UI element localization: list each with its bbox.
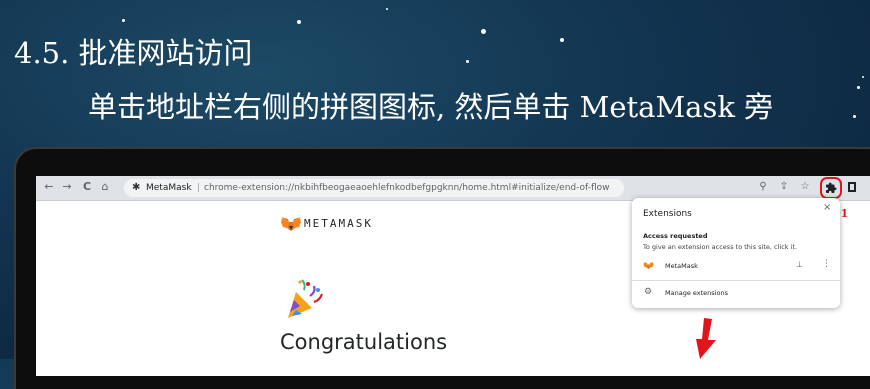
metamask-wordmark: METAMASK [304, 217, 373, 230]
share-icon[interactable]: ⇪ [777, 180, 791, 194]
address-bar[interactable]: ✱ MetaMask | chrome-extension://nkbihfbe… [124, 179, 624, 197]
star-decoration [297, 20, 301, 24]
manage-extensions-link[interactable]: Manage extensions [665, 289, 728, 297]
metamask-fox-icon[interactable] [643, 261, 654, 270]
forward-icon[interactable]: → [60, 180, 74, 194]
congratulations-title: Congratulations [280, 330, 448, 354]
site-name: MetaMask [146, 183, 192, 193]
star-decoration [862, 76, 864, 78]
red-arrow-icon [696, 318, 716, 359]
star-icon[interactable]: ☆ [798, 180, 812, 194]
party-popper-icon [288, 279, 323, 318]
extensions-popup: Extensions × Access requested To give an… [632, 198, 840, 308]
slide-heading: 4.5. 批准网站访问 [14, 36, 253, 70]
side-panel-icon[interactable] [848, 182, 856, 192]
star-decoration [560, 38, 564, 42]
access-requested-label: Access requested [643, 232, 708, 240]
pin-icon[interactable]: ⊥ [796, 260, 803, 269]
star-decoration [386, 8, 388, 10]
home-icon[interactable]: ⌂ [98, 180, 112, 194]
url-text: chrome-extension://nkbihfbeogaeaoehlefnk… [204, 183, 610, 193]
star-decoration [466, 60, 469, 63]
browser-screen: ← → C ⌂ ✱ MetaMask | chrome-extension://… [36, 176, 870, 376]
gear-icon[interactable]: ⚙ [644, 287, 652, 297]
star-decoration [857, 86, 860, 89]
puzzle-icon [826, 182, 837, 193]
omnibox-separator: | [197, 183, 201, 193]
slide-subheading: 单击地址栏右侧的拼图图标, 然后单击 MetaMask 旁 [88, 90, 774, 124]
star-decoration [122, 19, 125, 22]
star-decoration [481, 29, 486, 34]
reload-icon[interactable]: C [80, 180, 94, 194]
star-decoration [853, 115, 856, 118]
close-icon[interactable]: × [823, 202, 831, 213]
metamask-extension-item[interactable]: MetaMask [665, 262, 698, 270]
access-description: To give an extension access to this site… [643, 243, 798, 251]
metamask-fox-icon [281, 217, 301, 231]
zoom-icon[interactable]: ⚲ [756, 180, 770, 194]
puzzle-icon: ✱ [132, 182, 141, 193]
popup-divider [632, 280, 840, 281]
extensions-button[interactable] [820, 177, 842, 199]
more-options-icon[interactable]: ⋮ [822, 259, 831, 269]
back-icon[interactable]: ← [42, 180, 56, 194]
popup-title: Extensions [643, 209, 692, 219]
